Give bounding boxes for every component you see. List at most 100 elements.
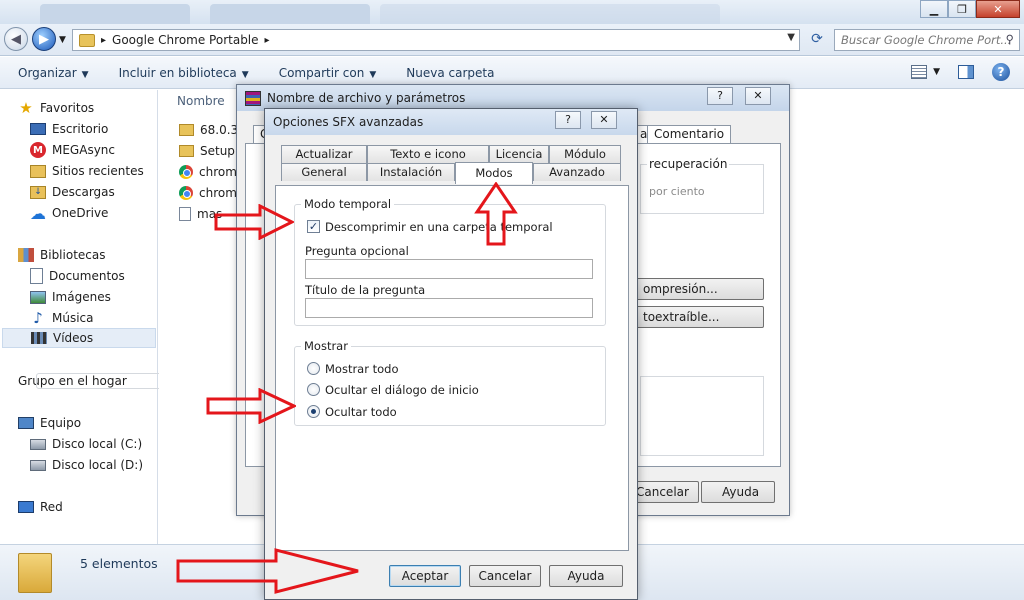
view-options-icon[interactable] xyxy=(911,65,928,79)
refresh-icon[interactable]: ⟳ xyxy=(806,31,828,51)
blurred-tab xyxy=(210,4,370,24)
history-dropdown-icon[interactable]: ▼ xyxy=(59,35,66,45)
share-menu[interactable]: Compartir con ▼ xyxy=(279,66,377,80)
compression-button[interactable]: ompresión... xyxy=(636,278,764,300)
nav-label: Documentos xyxy=(49,269,125,283)
nav-pictures[interactable]: Imágenes xyxy=(30,287,111,307)
question-title-input[interactable] xyxy=(305,298,593,318)
radio-hide-all[interactable] xyxy=(307,405,320,418)
nav-downloads[interactable]: ↓ Descargas xyxy=(30,182,115,202)
minimize-button[interactable]: ▁ xyxy=(920,0,948,18)
breadcrumb[interactable]: Google Chrome Portable xyxy=(112,33,259,47)
nav-recent-places[interactable]: Sitios recientes xyxy=(30,161,144,181)
help-button[interactable]: ? xyxy=(555,111,581,129)
radio-hide-all-label[interactable]: Ocultar todo xyxy=(325,405,397,419)
address-bar[interactable]: ▸ Google Chrome Portable ▸ ▼ xyxy=(72,29,800,51)
temp-folder-label[interactable]: Descomprimir en una carpeta temporal xyxy=(325,220,553,234)
folder-icon xyxy=(79,33,95,47)
nav-label: MEGAsync xyxy=(52,143,115,157)
item-count: 5 elementos xyxy=(80,556,158,571)
nav-favorites[interactable]: ★ Favoritos xyxy=(18,98,94,118)
radio-show-all-label[interactable]: Mostrar todo xyxy=(325,362,399,376)
video-icon xyxy=(31,332,47,344)
help-icon[interactable]: ? xyxy=(992,63,1010,81)
tab-panel-modos: Modo temporal ✓ Descomprimir en una carp… xyxy=(275,185,629,551)
maximize-button[interactable]: ❐ xyxy=(948,0,976,18)
preview-pane-icon[interactable] xyxy=(958,65,974,79)
document-icon xyxy=(30,268,43,284)
close-button[interactable]: ✕ xyxy=(745,87,771,105)
forward-arrow-icon: ▶ xyxy=(39,31,49,47)
computer-icon xyxy=(18,417,34,429)
nav-label: Disco local (C:) xyxy=(52,437,143,451)
nav-disk-d[interactable]: Disco local (D:) xyxy=(30,455,143,475)
forward-button[interactable]: ▶ xyxy=(32,27,56,51)
close-button[interactable]: ✕ xyxy=(591,111,617,129)
tab-modos[interactable]: Modos xyxy=(455,162,533,184)
list-item[interactable]: chrome xyxy=(179,183,244,203)
nav-network[interactable]: Red xyxy=(18,497,63,517)
question-label: Pregunta opcional xyxy=(305,244,409,258)
help-button[interactable]: ? xyxy=(707,87,733,105)
address-dropdown-icon[interactable]: ▼ xyxy=(787,32,795,43)
nav-music[interactable]: ♪ Música xyxy=(30,308,93,328)
comment-box[interactable] xyxy=(640,376,764,456)
tab-actualizar[interactable]: Actualizar xyxy=(281,145,367,163)
ok-button[interactable]: Aceptar xyxy=(389,565,461,587)
nav-onedrive[interactable]: ☁ OneDrive xyxy=(30,203,108,223)
close-button[interactable]: ✕ xyxy=(976,0,1020,18)
tab-modulo[interactable]: Módulo xyxy=(549,145,621,163)
nav-label: Descargas xyxy=(52,185,115,199)
temp-folder-checkbox[interactable]: ✓ xyxy=(307,220,320,233)
radio-hide-start-label[interactable]: Ocultar el diálogo de inicio xyxy=(325,383,479,397)
search-input[interactable]: Buscar Google Chrome Port... ⚲ xyxy=(834,29,1020,51)
cancel-button[interactable]: Cancelar xyxy=(629,481,699,503)
self-extract-button[interactable]: toextraíble... xyxy=(636,306,764,328)
tab-texto-icono[interactable]: Texto e icono xyxy=(367,145,489,163)
cancel-button[interactable]: Cancelar xyxy=(469,565,541,587)
view-dropdown-icon[interactable]: ▼ xyxy=(933,67,940,77)
chrome-icon xyxy=(179,186,193,200)
nav-documents[interactable]: Documentos xyxy=(30,266,125,286)
nav-disk-c[interactable]: Disco local (C:) xyxy=(30,434,142,454)
desktop-icon xyxy=(30,123,46,135)
question-input[interactable] xyxy=(305,259,593,279)
tab-general[interactable]: General xyxy=(281,163,367,181)
column-header-name[interactable]: Nombre xyxy=(177,94,225,108)
nav-desktop[interactable]: Escritorio xyxy=(30,119,108,139)
annotation-arrow-right-icon xyxy=(214,204,294,240)
help-bottom-button[interactable]: Ayuda xyxy=(549,565,623,587)
libraries-icon xyxy=(18,248,34,262)
display-group: Mostrar Mostrar todo Ocultar el diálogo … xyxy=(294,339,606,426)
radio-hide-start[interactable] xyxy=(307,383,320,396)
recovery-group: recuperación por ciento xyxy=(640,157,764,214)
breadcrumb-chevron-icon[interactable]: ▸ xyxy=(265,35,270,46)
folder-icon xyxy=(179,124,194,136)
nav-videos[interactable]: Vídeos xyxy=(2,328,156,348)
tab-comment[interactable]: Comentario xyxy=(647,125,732,143)
temp-mode-group: Modo temporal ✓ Descomprimir en una carp… xyxy=(294,197,606,326)
help-bottom-button[interactable]: Ayuda xyxy=(701,481,775,503)
organize-menu[interactable]: Organizar ▼ xyxy=(18,66,89,80)
tab-avanzado[interactable]: Avanzado xyxy=(533,163,621,181)
radio-show-all[interactable] xyxy=(307,362,320,375)
tab-licencia[interactable]: Licencia xyxy=(489,145,549,163)
back-button[interactable]: ◀ xyxy=(4,27,28,51)
group-legend: Modo temporal xyxy=(301,197,395,211)
tab-instalacion[interactable]: Instalación xyxy=(367,163,455,181)
network-icon xyxy=(18,501,34,513)
include-library-label: Incluir en biblioteca xyxy=(118,65,237,80)
percent-label: por ciento xyxy=(649,185,705,198)
dialog-titlebar: Opciones SFX avanzadas xyxy=(265,109,637,135)
include-library-menu[interactable]: Incluir en biblioteca ▼ xyxy=(119,66,249,80)
organize-label: Organizar xyxy=(18,65,77,80)
nav-libraries[interactable]: Bibliotecas xyxy=(18,245,105,265)
new-folder-button[interactable]: Nueva carpeta xyxy=(406,66,494,80)
list-item[interactable]: chrome xyxy=(179,162,244,182)
search-icon[interactable]: ⚲ xyxy=(1006,32,1014,46)
nav-megasync[interactable]: M MEGAsync xyxy=(30,140,115,160)
nav-homegroup[interactable]: ●Grupo en el hogar xyxy=(18,371,348,391)
address-row: ◀ ▶ ▼ ▸ Google Chrome Portable ▸ ▼ ⟳ Bus… xyxy=(0,24,1024,56)
nav-computer[interactable]: Equipo xyxy=(18,413,81,433)
group-legend: Mostrar xyxy=(301,339,351,353)
